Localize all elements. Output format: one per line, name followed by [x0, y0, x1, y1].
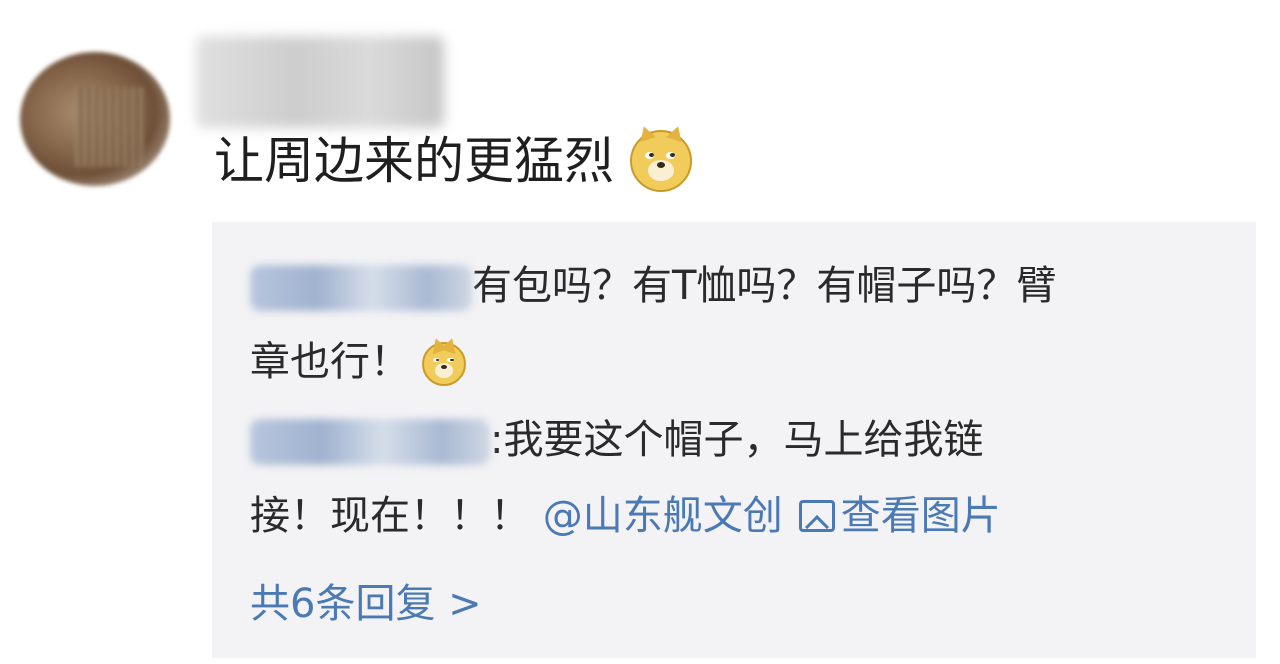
- comment-text: 让周边来的更猛烈: [214, 132, 614, 190]
- reply-item[interactable]: :我要这个帽子，马上给我链 接！现在！！！ @山东舰文创 查看图片: [250, 402, 1230, 554]
- more-replies-link[interactable]: 共6条回复 >: [250, 566, 482, 642]
- replies-box: 有包吗？有T恤吗？有帽子吗？臂 章也行！ :我要这个帽子，马上给我链 接！现在！…: [212, 222, 1256, 658]
- comment-body: 让周边来的更猛烈: [214, 130, 692, 192]
- view-image-link[interactable]: 查看图片: [841, 493, 1001, 539]
- doge-icon: [422, 342, 466, 386]
- mention-link[interactable]: @山东舰文创: [543, 493, 783, 539]
- reply-username-redacted[interactable]: [250, 265, 472, 311]
- reply-username-redacted[interactable]: [250, 419, 490, 465]
- image-icon[interactable]: [798, 500, 835, 532]
- reply-text-continued: 接！现在！！！: [250, 493, 530, 539]
- reply-item[interactable]: 有包吗？有T恤吗？有帽子吗？臂 章也行！: [250, 248, 1230, 400]
- username-redacted[interactable]: [196, 36, 444, 128]
- comment-thread: 让周边来的更猛烈 有包吗？有T恤吗？有帽子吗？臂 章也行！ :我要这个帽子，马上…: [0, 0, 1280, 664]
- reply-text: 有包吗？有T恤吗？有帽子吗？臂: [472, 263, 1057, 309]
- doge-icon: [630, 130, 692, 192]
- reply-text: :我要这个帽子，马上给我链: [490, 417, 984, 463]
- reply-text-continued: 章也行！: [250, 339, 410, 385]
- avatar[interactable]: [20, 52, 170, 186]
